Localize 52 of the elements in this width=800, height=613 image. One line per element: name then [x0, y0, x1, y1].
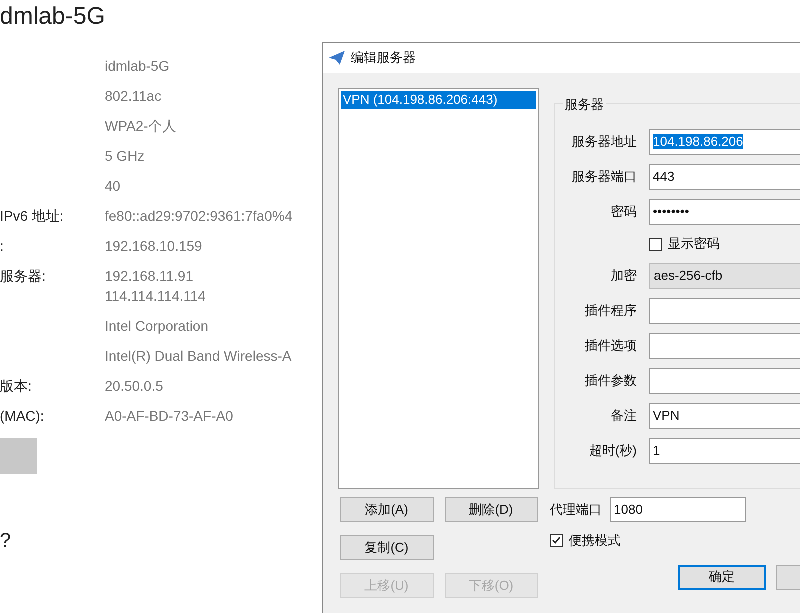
- field-label: 插件程序: [585, 302, 637, 320]
- property-label: IPv6 地址:: [0, 208, 64, 224]
- property-value: WPA2-个人: [105, 117, 176, 136]
- input-field[interactable]: ••••••••: [649, 199, 800, 225]
- paper-plane-icon: [329, 51, 345, 65]
- input-field[interactable]: 1080: [610, 497, 746, 522]
- input-field[interactable]: VPN: [649, 403, 800, 429]
- property-value: 40: [105, 177, 121, 196]
- dialog-title: 编辑服务器: [351, 49, 416, 68]
- server-list[interactable]: VPN (104.198.86.206:443): [338, 88, 539, 489]
- property-value: 5 GHz: [105, 147, 145, 166]
- button[interactable]: 删除(D): [444, 497, 538, 522]
- input-field[interactable]: [649, 298, 800, 324]
- property-label: (MAC):: [0, 408, 44, 424]
- checkbox[interactable]: [649, 238, 662, 250]
- property-value: 192.168.11.91: [105, 267, 194, 286]
- field-label: 加密: [611, 267, 637, 286]
- property-value: 20.50.0.5: [105, 377, 164, 396]
- input-field[interactable]: 443: [649, 164, 800, 190]
- input-field[interactable]: [649, 333, 800, 359]
- field-label: 超时(秒): [589, 442, 637, 460]
- property-value: Intel(R) Dual Band Wireless-A: [105, 347, 292, 366]
- property-label: 版本:: [0, 378, 32, 394]
- property-value: fe80::ad29:9702:9361:7fa0%4: [105, 207, 293, 226]
- field-label: 服务器端口: [572, 168, 637, 186]
- field-label: 插件参数: [585, 372, 637, 390]
- field-label: 备注: [611, 407, 637, 426]
- field-label: 代理端口: [550, 500, 602, 519]
- property-value: 114.114.114.114: [105, 287, 206, 306]
- property-value: Intel Corporation: [105, 317, 209, 336]
- question-mark: ?: [0, 529, 12, 554]
- field-label: 密码: [611, 203, 637, 222]
- server-list-item[interactable]: VPN (104.198.86.206:443): [341, 91, 536, 109]
- button[interactable]: 添加(A): [340, 497, 434, 522]
- input-field[interactable]: [649, 368, 800, 394]
- field-label: 服务器地址: [572, 133, 637, 152]
- field-label: 插件选项: [585, 337, 637, 356]
- property-value: idmlab-5G: [105, 57, 170, 76]
- checkbox-label: 显示密码: [668, 235, 720, 254]
- encryption-dropdown[interactable]: aes-256-cfb: [649, 263, 800, 289]
- property-value: 192.168.10.159: [105, 237, 202, 256]
- ok-button[interactable]: 确定: [678, 564, 766, 590]
- property-label: :: [0, 238, 4, 254]
- input-field[interactable]: 104.198.86.206: [649, 129, 800, 155]
- property-value: 802.11ac: [105, 87, 162, 106]
- property-value: A0-AF-BD-73-AF-A0: [105, 407, 234, 426]
- checkbox[interactable]: [550, 534, 563, 548]
- page-title: dmlab-5G: [0, 2, 106, 32]
- input-field[interactable]: 1: [649, 438, 800, 464]
- property-label: 服务器:: [0, 268, 46, 284]
- button[interactable]: 复制(C): [340, 535, 434, 560]
- checkbox-label: 便携模式: [569, 532, 621, 550]
